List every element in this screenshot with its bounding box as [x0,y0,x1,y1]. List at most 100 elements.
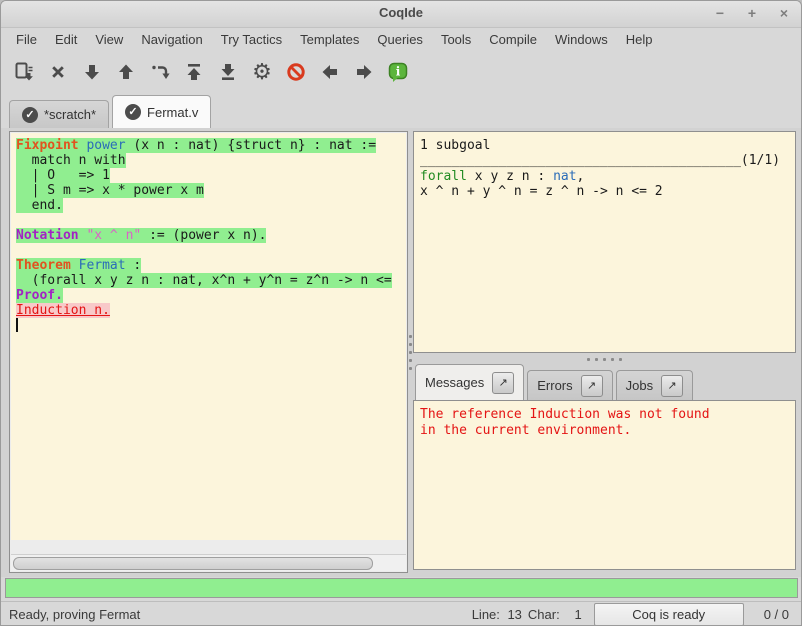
about-button[interactable]: i [383,57,413,87]
go-to-cursor-icon [150,62,170,82]
tab-label: Fermat.v [147,105,198,120]
checkmark-icon: ✓ [22,107,38,123]
save-button[interactable] [9,57,39,87]
code-line: Theorem Fermat : [16,258,406,273]
save-icon [13,61,35,83]
tab-label: *scratch* [44,107,96,122]
menu-bar: FileEditViewNavigationTry TacticsTemplat… [1,27,801,51]
tab-label: Jobs [626,378,653,393]
menu-try-tactics[interactable]: Try Tactics [212,29,291,50]
checkmark-icon: ✓ [125,104,141,120]
tab-label: Messages [425,375,484,390]
code-line: Notation "x ^ n" := (power x n). [16,228,406,243]
code-line: x ^ n + y ^ n = z ^ n -> n <= 2 [420,184,795,199]
tab-label: Errors [537,378,572,393]
goal-separator: ________________________________________… [420,153,795,169]
status-message: Ready, proving Fermat [9,607,472,622]
workspace: Fixpoint power (x n : nat) {struct n} : … [1,128,801,577]
messages-pane[interactable]: The reference Induction was not foundin … [413,400,796,570]
menu-edit[interactable]: Edit [46,29,86,50]
subgoal-header: 1 subgoal [420,138,795,153]
maximize-button[interactable]: + [743,4,761,22]
menu-windows[interactable]: Windows [546,29,617,50]
code-line: | S m => x * power x m [16,183,406,198]
minimize-button[interactable]: − [711,4,729,22]
about-icon: i [387,61,409,83]
line-value: 13 [506,607,522,622]
text-caret [16,318,18,332]
restart-button[interactable] [179,57,209,87]
message-line: in the current environment. [420,423,795,439]
menu-view[interactable]: View [86,29,132,50]
editor-code[interactable]: Fixpoint power (x n : nat) {struct n} : … [11,133,406,540]
tab-messages[interactable]: Messages ↗ [415,364,524,400]
svg-text:i: i [396,65,401,79]
editor-tab-strip: ✓ *scratch* ✓ Fermat.v [1,93,801,128]
go-to-end-icon [218,62,238,82]
menu-navigation[interactable]: Navigation [132,29,211,50]
previous-icon [320,62,340,82]
goals-pane[interactable]: 1 subgoal ______________________________… [413,131,796,353]
detach-icon[interactable]: ↗ [492,372,514,394]
tab-jobs[interactable]: Jobs ↗ [616,370,693,400]
detach-icon[interactable]: ↗ [661,375,683,397]
close-button[interactable]: × [775,4,793,22]
worker-counter: 0 / 0 [764,607,789,622]
go-to-end-button[interactable] [213,57,243,87]
code-line: Fixpoint power (x n : nat) {struct n} : … [16,138,406,153]
close-icon [48,62,68,82]
code-line [16,243,406,258]
code-line [16,213,406,228]
tab-scratch[interactable]: ✓ *scratch* [9,100,109,128]
go-to-cursor-button[interactable] [145,57,175,87]
menu-queries[interactable]: Queries [368,29,432,50]
menu-help[interactable]: Help [617,29,662,50]
forward-one-step-button[interactable] [77,57,107,87]
goal-lines: forall x y z n : nat,x ^ n + y ^ n = z ^… [420,169,795,199]
coq-status-button[interactable]: Coq is ready [594,603,744,626]
line-label: Line: [472,607,500,622]
next-icon [354,62,374,82]
menu-templates[interactable]: Templates [291,29,368,50]
char-label: Char: [528,607,560,622]
coqide-window: CoqIde − + × FileEditViewNavigationTry T… [0,0,802,626]
fully-check-icon: ⚙ [252,61,272,83]
char-value: 1 [566,607,582,622]
code-line: end. [16,198,406,213]
forward-one-step-icon [82,62,102,82]
messages-content: The reference Induction was not foundin … [414,401,795,439]
toolbar: ⚙i [1,51,801,93]
menu-compile[interactable]: Compile [480,29,546,50]
code-line: forall x y z n : nat, [420,169,795,184]
scrollbar-thumb[interactable] [13,557,373,570]
backward-one-step-button[interactable] [111,57,141,87]
messages-tab-row: Messages ↗ Errors ↗ Jobs ↗ [413,364,796,400]
horizontal-scrollbar[interactable] [11,554,406,571]
code-line: | O => 1 [16,168,406,183]
script-pane: Fixpoint power (x n : nat) {struct n} : … [9,131,408,573]
code-line [16,318,406,333]
title-bar: CoqIde − + × [1,1,801,28]
backward-one-step-icon [116,62,136,82]
message-line: The reference Induction was not found [420,407,795,423]
next-button[interactable] [349,57,379,87]
horizontal-splitter[interactable] [413,355,796,364]
window-title: CoqIde [1,5,801,20]
interrupt-button[interactable] [281,57,311,87]
code-line: (forall x y z n : nat, x^n + y^n = z^n -… [16,273,406,288]
window-controls: − + × [711,4,793,22]
detach-icon[interactable]: ↗ [581,375,603,397]
menu-file[interactable]: File [7,29,46,50]
code-line: Induction n. [16,303,406,318]
tab-fermat[interactable]: ✓ Fermat.v [112,95,211,128]
previous-button[interactable] [315,57,345,87]
close-button[interactable] [43,57,73,87]
interrupt-icon [286,62,306,82]
status-right: Line: 13 Char: 1 Coq is ready 0 / 0 [472,603,789,626]
tab-errors[interactable]: Errors ↗ [527,370,612,400]
status-bar: Ready, proving Fermat Line: 13 Char: 1 C… [1,601,801,626]
fully-check-button[interactable]: ⚙ [247,57,277,87]
menu-tools[interactable]: Tools [432,29,480,50]
code-line: Proof. [16,288,406,303]
code-line: match n with [16,153,406,168]
